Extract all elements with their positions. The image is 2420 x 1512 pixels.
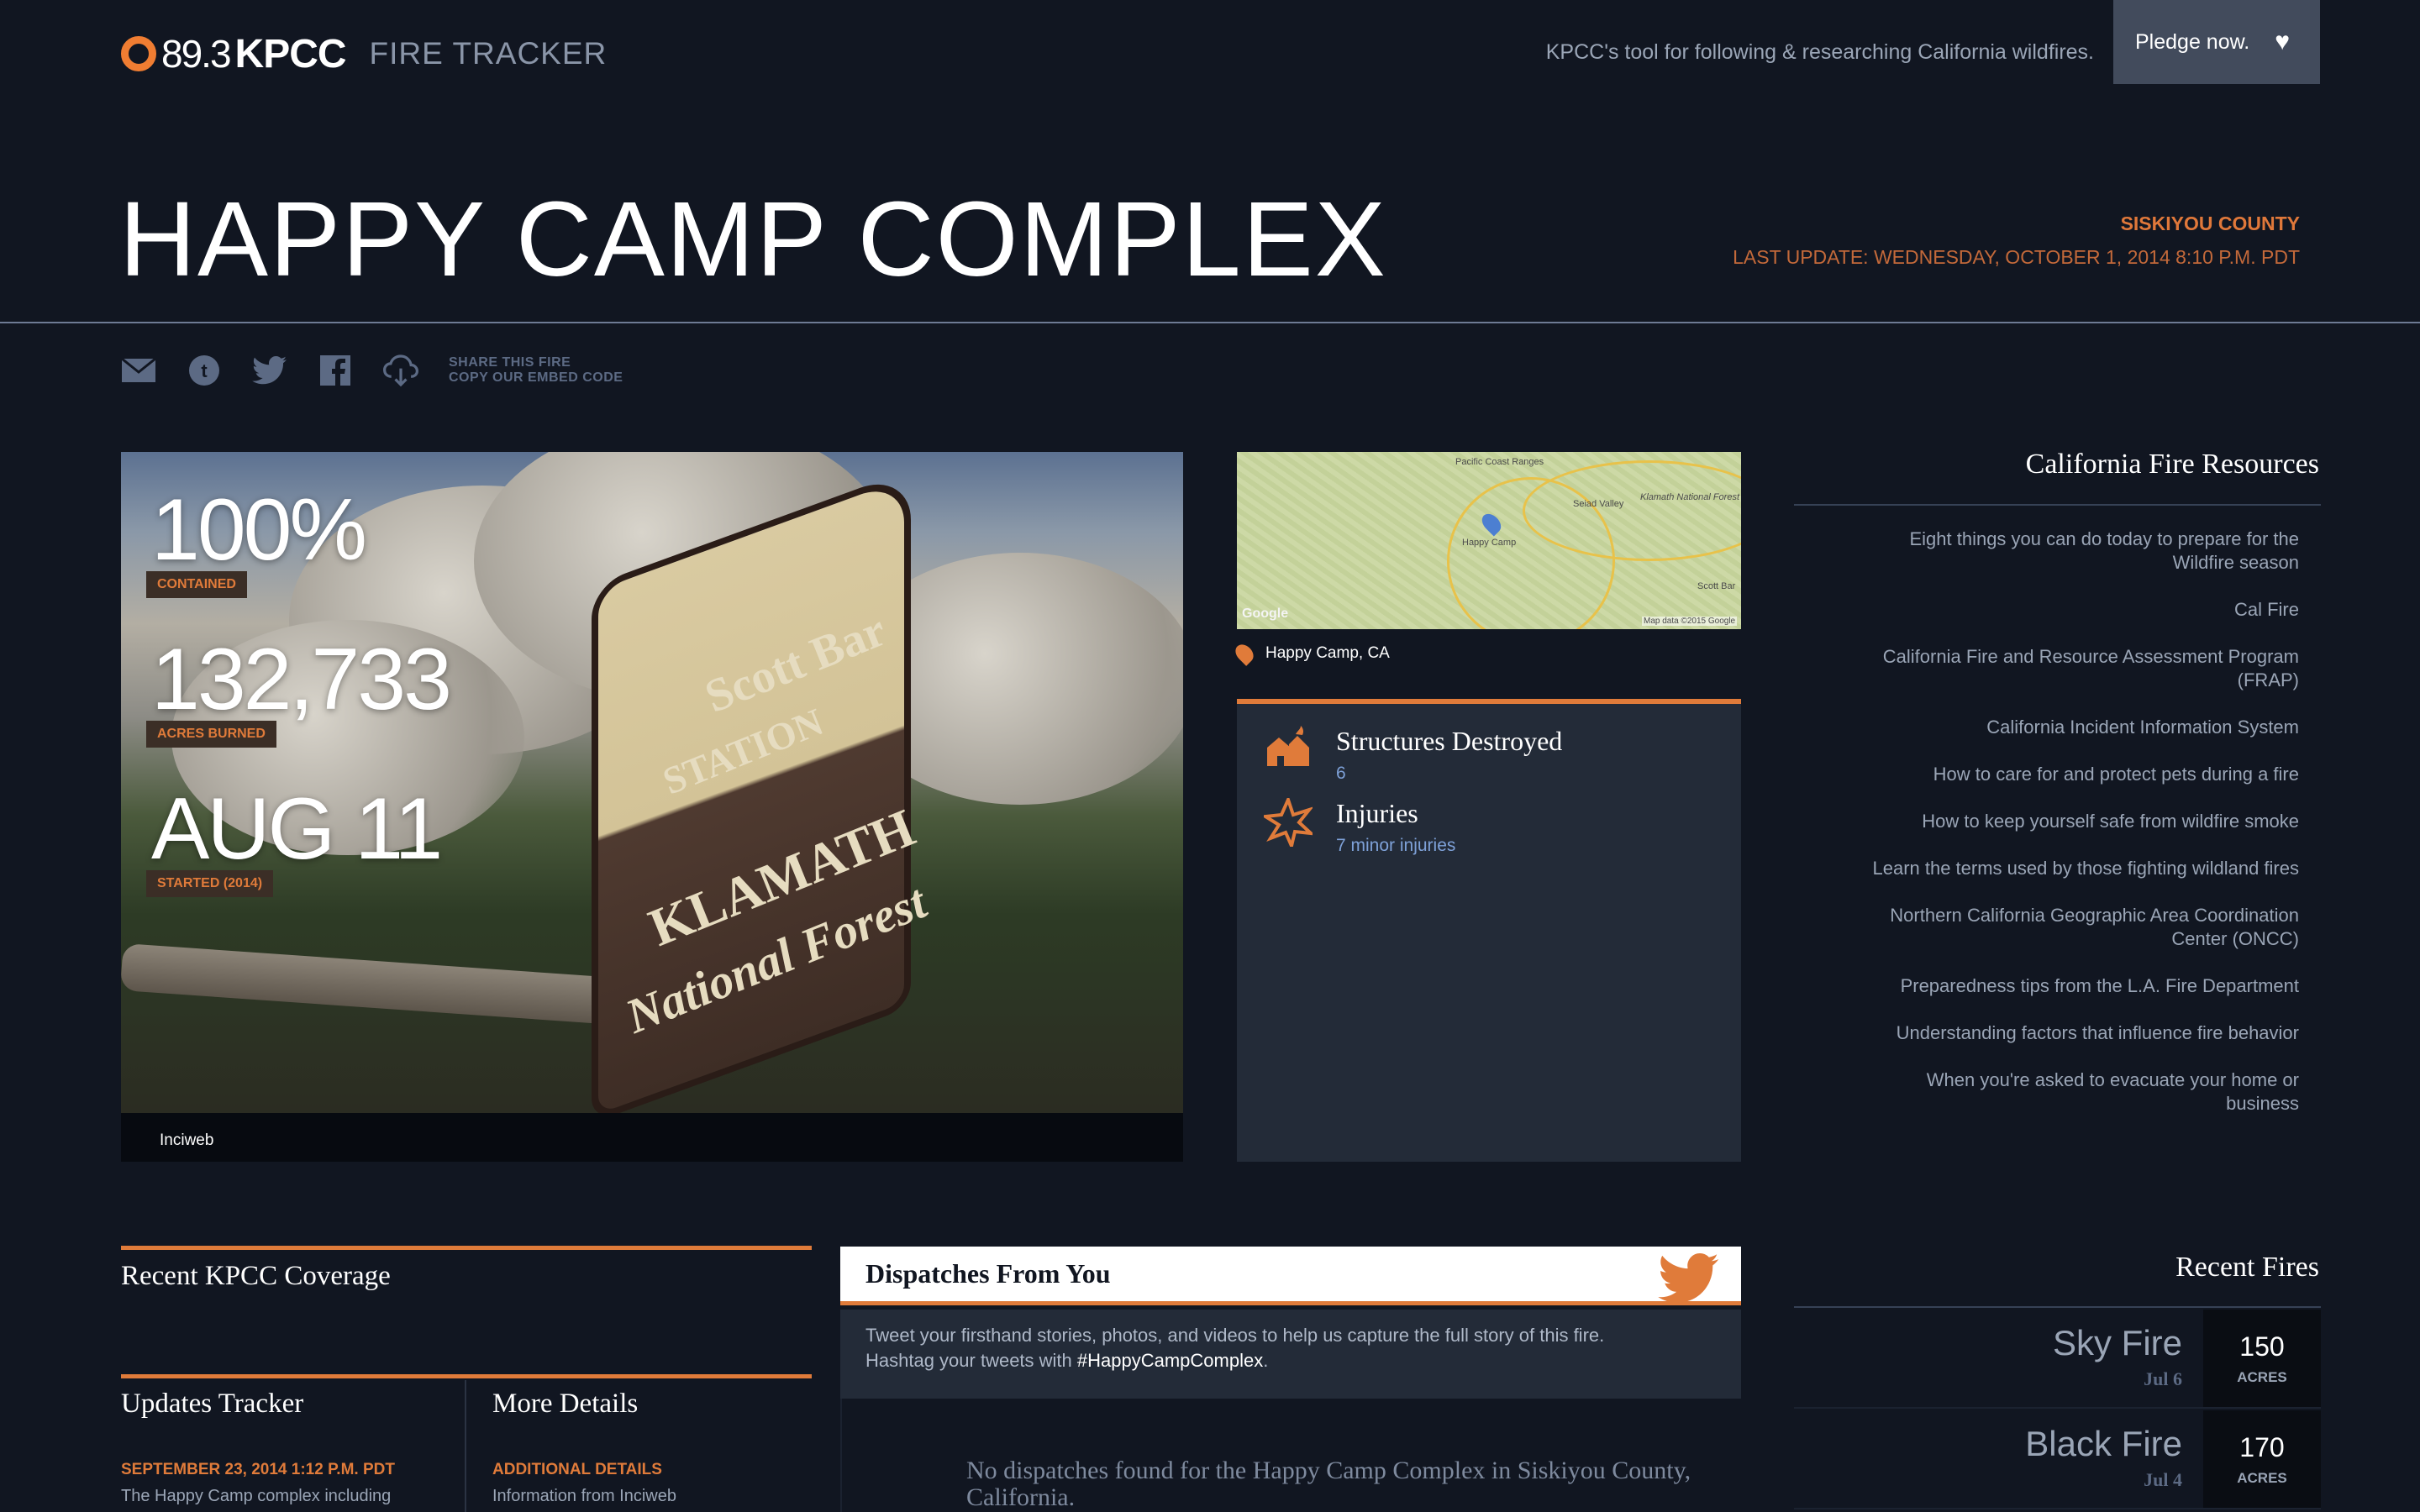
recent-fire-acres: 170	[2239, 1432, 2285, 1462]
map-label-happy-camp: Happy Camp	[1462, 538, 1517, 548]
recent-fire-acres-unit: ACRES	[2237, 1470, 2287, 1486]
resource-link[interactable]: How to keep yourself safe from wildfire …	[1849, 810, 2299, 833]
dispatches-prefix: Hashtag your tweets with	[865, 1350, 1072, 1371]
hashtag-link[interactable]: #HappyCampComplex	[1077, 1350, 1263, 1371]
photo-credit-label: Inciweb	[160, 1131, 214, 1149]
kpcc-logo[interactable]: 89.3 KPCC FIRE TRACKER	[121, 30, 607, 77]
recent-fire-name: Sky Fire	[2052, 1323, 2182, 1362]
coverage-divider	[121, 1246, 812, 1250]
logo-frequency: 89.3	[161, 32, 232, 76]
logo-station: KPCC	[234, 31, 347, 76]
resource-link[interactable]: Northern California Geographic Area Coor…	[1849, 904, 2299, 951]
dispatches-feed: No dispatches found for the Happy Camp C…	[840, 1399, 1741, 1512]
facebook-icon[interactable]	[318, 353, 353, 388]
twitter-icon[interactable]	[252, 353, 287, 388]
recent-fire-date: Jul 6	[2144, 1368, 2182, 1389]
map-label-forest: Klamath National Forest	[1640, 492, 1739, 502]
house-fire-icon	[1264, 726, 1313, 774]
started-value: AUG 11	[151, 780, 443, 878]
header-divider	[0, 322, 2420, 323]
fire-location: Happy Camp, CA	[1232, 641, 1390, 666]
resource-link[interactable]: Cal Fire	[1849, 598, 2299, 622]
dispatches-empty-message: No dispatches found for the Happy Camp C…	[966, 1457, 1691, 1511]
map-google-logo: Google	[1242, 606, 1289, 621]
heart-icon: ♥	[2275, 28, 2291, 55]
resource-link[interactable]: Eight things you can do today to prepare…	[1849, 528, 2299, 575]
acres-value: 132,733	[151, 631, 452, 728]
map-label-ranges: Pacific Coast Ranges	[1455, 457, 1544, 467]
pledge-label: Pledge now.	[2135, 29, 2250, 54]
location-label: Happy Camp, CA	[1265, 644, 1390, 662]
recent-fires-divider	[1794, 1306, 2321, 1308]
contained-label: CONTAINED	[146, 571, 247, 598]
dispatches-line2: Hashtag your tweets with #HappyCampCompl…	[865, 1348, 1716, 1373]
details-label: ADDITIONAL DETAILS	[492, 1461, 662, 1478]
resource-link[interactable]: California Fire and Resource Assessment …	[1849, 645, 2299, 692]
acres-label: ACRES BURNED	[146, 721, 276, 748]
recent-fires-title: Recent Fires	[2175, 1252, 2319, 1283]
updates-divider	[121, 1374, 812, 1378]
details-title: More Details	[492, 1389, 639, 1419]
injury-burst-icon	[1260, 795, 1316, 852]
updates-title: Updates Tracker	[121, 1389, 304, 1419]
resource-link[interactable]: Preparedness tips from the L.A. Fire Dep…	[1849, 974, 2299, 998]
svg-text:t: t	[201, 360, 208, 381]
recent-fire-name: Black Fire	[2025, 1424, 2182, 1463]
recent-fire-acres-box: 150 ACRES	[2203, 1310, 2321, 1407]
dispatches-instructions: Tweet your firsthand stories, photos, an…	[840, 1310, 1741, 1399]
injuries-title: Injuries	[1336, 798, 1418, 828]
coverage-title: Recent KPCC Coverage	[121, 1261, 391, 1291]
photo-credit[interactable]: Inciweb	[121, 1113, 1183, 1162]
fire-title: HAPPY CAMP COMPLEX	[119, 180, 1387, 298]
injuries-value: 7 minor injuries	[1336, 836, 1456, 855]
resources-list: Eight things you can do today to prepare…	[1849, 528, 2299, 1139]
structures-value: 6	[1336, 764, 1346, 783]
dispatches-suffix: .	[1263, 1350, 1269, 1371]
details-text[interactable]: Information from Inciweb	[492, 1487, 676, 1506]
dispatches-title: Dispatches From You	[865, 1258, 1111, 1289]
fire-county[interactable]: SISKIYOU COUNTY	[2121, 213, 2300, 235]
location-pin-icon	[1232, 641, 1257, 666]
twitter-bird-icon[interactable]	[1655, 1253, 1723, 1304]
recent-fire-acres-unit: ACRES	[2237, 1369, 2287, 1385]
fire-map[interactable]: Pacific Coast Ranges Seiad Valley Klamat…	[1237, 452, 1741, 629]
contained-value: 100%	[151, 481, 367, 579]
share-subtitle: COPY OUR EMBED CODE	[449, 370, 623, 385]
dispatches-header: Dispatches From You	[840, 1247, 1741, 1305]
map-attribution: Map data ©2015 Google	[1642, 617, 1738, 626]
email-icon[interactable]	[121, 353, 156, 388]
map-label-scott-bar: Scott Bar	[1697, 581, 1736, 591]
started-label: STARTED (2014)	[146, 870, 274, 897]
fire-photo: Scott Bar STATION KLAMATH National Fores…	[121, 452, 1183, 1113]
recent-fire-acres: 150	[2239, 1331, 2285, 1362]
logo-product: FIRE TRACKER	[369, 36, 608, 71]
last-update: LAST UPDATE: WEDNESDAY, OCTOBER 1, 2014 …	[1733, 246, 2300, 268]
tumblr-icon[interactable]: t	[187, 353, 222, 388]
resource-link[interactable]: California Incident Information System	[1849, 716, 2299, 739]
cloud-embed-icon[interactable]	[383, 353, 418, 388]
resource-link[interactable]: Understanding factors that influence fir…	[1849, 1021, 2299, 1045]
column-separator	[465, 1380, 466, 1512]
resources-divider	[1794, 504, 2321, 506]
dispatches-line1: Tweet your firsthand stories, photos, an…	[865, 1325, 1605, 1346]
impact-panel: Structures Destroyed 6 Injuries 7 minor …	[1237, 699, 1741, 1162]
resource-link[interactable]: When you're asked to evacuate your home …	[1849, 1068, 2299, 1116]
pledge-button[interactable]: Pledge now. ♥	[2113, 0, 2320, 84]
structures-title: Structures Destroyed	[1336, 726, 1563, 756]
recent-fire-row[interactable]: Sky Fire Jul 6 150 ACRES	[1794, 1310, 2321, 1409]
map-label-seiad: Seiad Valley	[1573, 499, 1624, 509]
recent-fire-date: Jul 4	[2144, 1469, 2182, 1490]
resource-link[interactable]: Learn the terms used by those fighting w…	[1849, 857, 2299, 880]
share-embed-link[interactable]: SHARE THIS FIRE COPY OUR EMBED CODE	[449, 355, 623, 386]
recent-fire-row[interactable]: Black Fire Jul 4 170 ACRES	[1794, 1410, 2321, 1509]
resource-link[interactable]: How to care for and protect pets during …	[1849, 763, 2299, 786]
site-tagline: KPCC's tool for following & researching …	[1545, 40, 2094, 64]
share-title: SHARE THIS FIRE	[449, 355, 571, 370]
logo-ring-icon	[121, 36, 156, 71]
update-date: SEPTEMBER 23, 2014 1:12 P.M. PDT	[121, 1461, 395, 1478]
resources-title: California Fire Resources	[2025, 449, 2319, 480]
share-bar: t SHARE THIS FIRE COPY OUR EMBED CODE	[121, 349, 623, 391]
recent-fire-acres-box: 170 ACRES	[2203, 1410, 2321, 1508]
update-text[interactable]: The Happy Camp complex including	[121, 1487, 391, 1506]
